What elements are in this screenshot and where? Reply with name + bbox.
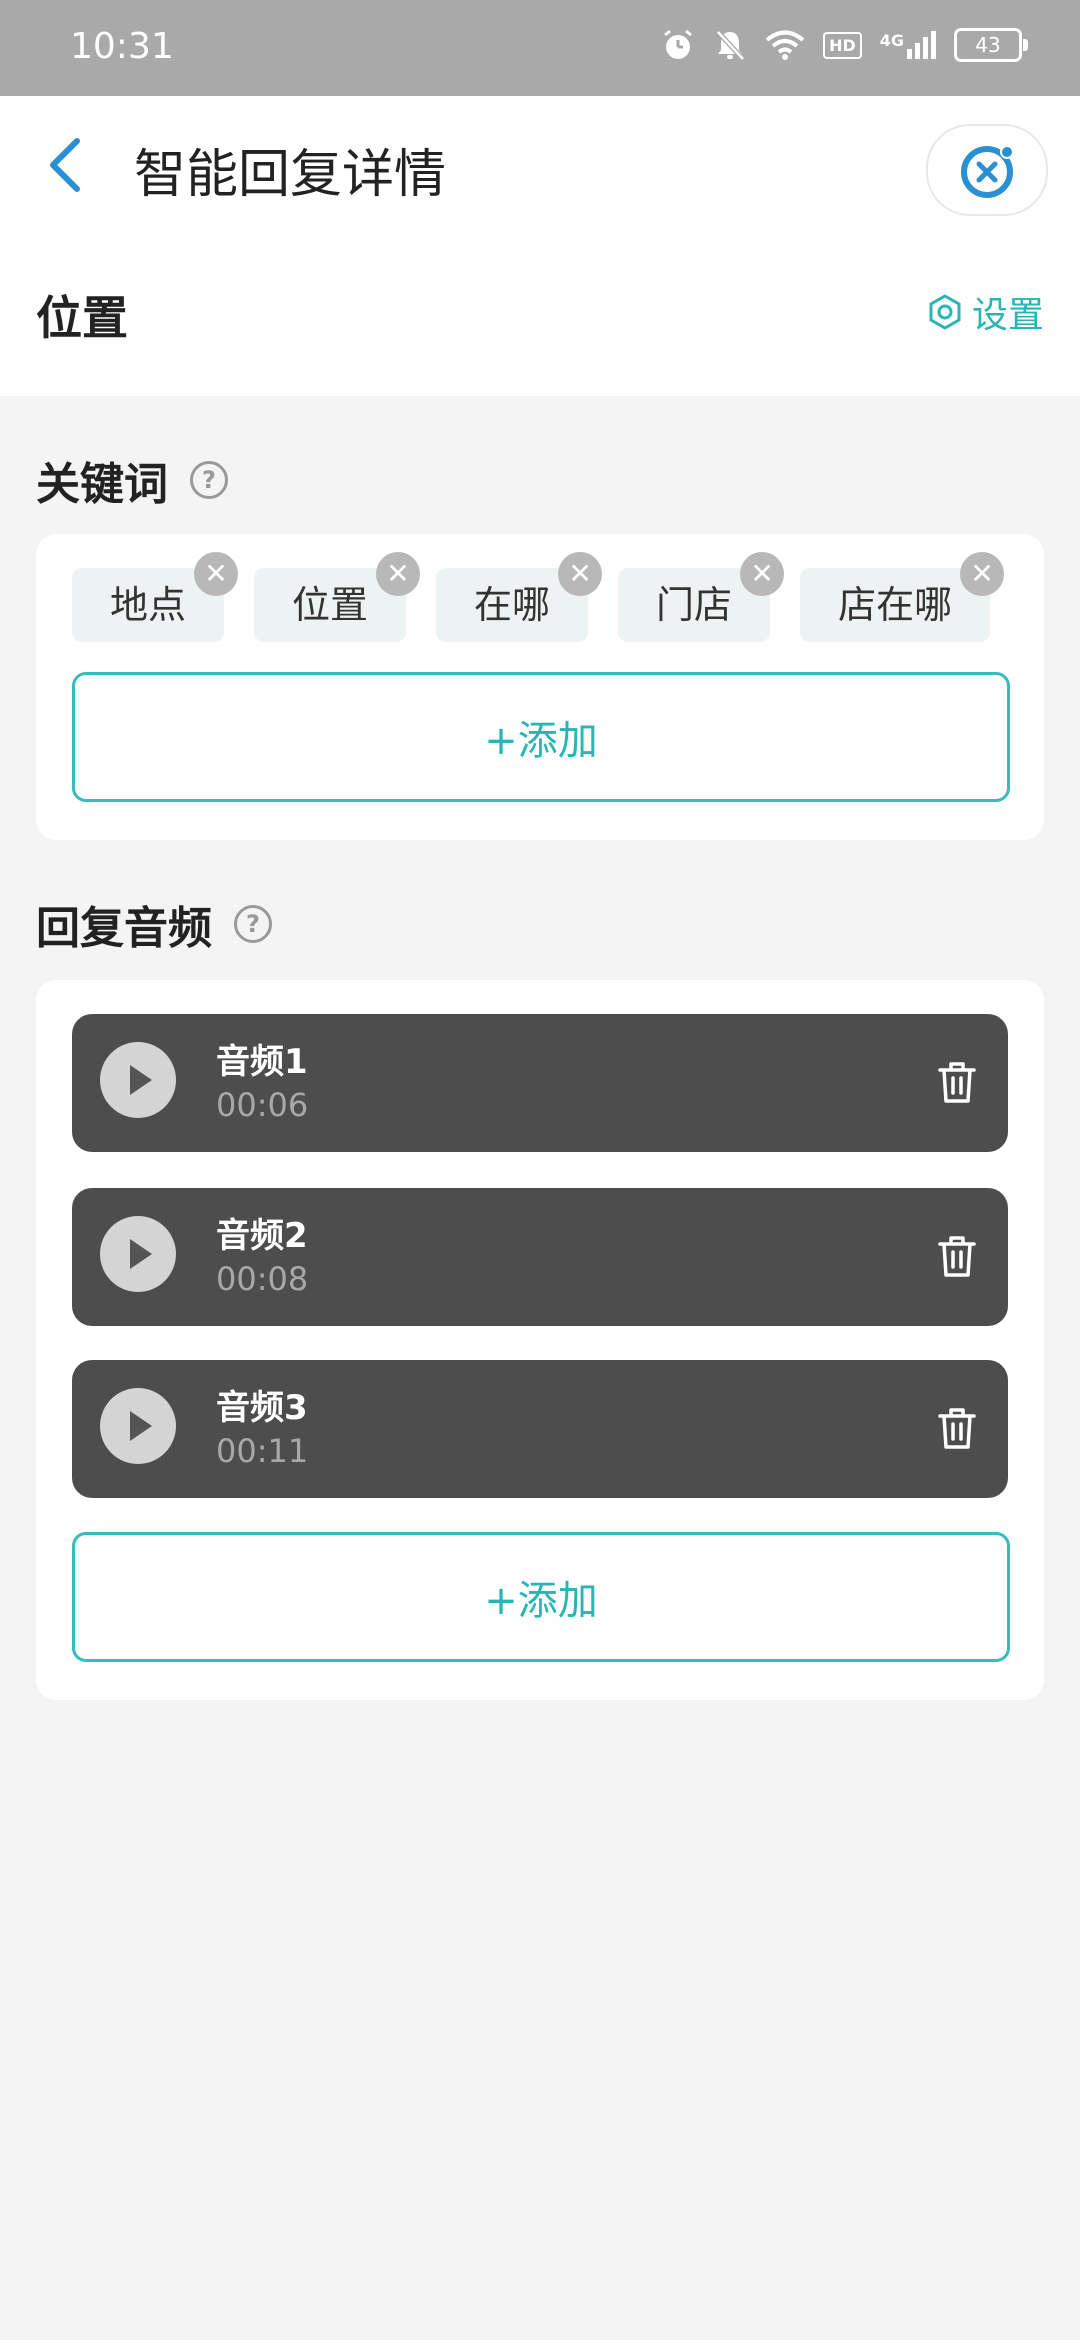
keyword-chip-label: 店在哪 — [838, 583, 953, 627]
audio-item[interactable]: 音频2 00:08 — [72, 1188, 1008, 1326]
delete-audio-button[interactable] — [932, 1230, 982, 1284]
trash-icon — [938, 1236, 976, 1277]
keyword-chip[interactable]: 店在哪 ✕ — [800, 552, 1005, 642]
remove-keyword-icon[interactable]: ✕ — [740, 552, 785, 596]
network-label: 4G — [879, 31, 904, 50]
help-icon[interactable]: ? — [234, 905, 272, 943]
signal-bar-1 — [907, 49, 912, 59]
help-icon[interactable]: ? — [190, 461, 228, 499]
keyword-chip[interactable]: 位置 ✕ — [254, 552, 421, 642]
remove-keyword-icon[interactable]: ✕ — [376, 552, 421, 596]
play-icon — [130, 1065, 152, 1095]
close-target-icon — [961, 145, 1014, 198]
audio-item[interactable]: 音频3 00:11 — [72, 1360, 1008, 1498]
status-icons: HD 4G 43 — [661, 28, 1028, 62]
remove-keyword-icon[interactable]: ✕ — [558, 552, 603, 596]
trash-icon — [938, 1408, 976, 1449]
play-button[interactable] — [100, 1388, 176, 1464]
settings-hexagon-icon — [929, 294, 961, 330]
keywords-card: 地点 ✕ 位置 ✕ 在哪 ✕ 门店 ✕ 店在哪 ✕ +添加 — [36, 534, 1044, 840]
audio-title: 回复音频 — [36, 903, 212, 954]
audio-name: 音频2 — [216, 1216, 308, 1256]
header: 智能回复详情 位置 设置 — [0, 96, 1080, 396]
trash-icon — [938, 1062, 976, 1103]
keywords-section-title: 关键词 ? — [36, 448, 228, 512]
status-bar: 10:31 HD 4G 43 — [0, 0, 1080, 96]
keyword-chip[interactable]: 在哪 ✕ — [436, 552, 603, 642]
settings-label: 设置 — [971, 295, 1044, 336]
audio-name: 音频3 — [216, 1388, 308, 1428]
signal-bar-4 — [931, 31, 936, 59]
hd-icon: HD — [823, 31, 862, 59]
play-icon — [130, 1239, 152, 1269]
status-time: 10:31 — [70, 26, 174, 67]
remove-keyword-icon[interactable]: ✕ — [194, 552, 239, 596]
audio-duration: 00:06 — [216, 1086, 309, 1124]
wifi-icon — [765, 30, 805, 60]
add-keyword-button[interactable]: +添加 — [72, 672, 1010, 802]
play-icon — [130, 1411, 152, 1441]
signal-bar-2 — [915, 43, 920, 59]
keyword-chip-label: 在哪 — [474, 583, 551, 627]
bell-off-icon — [716, 30, 745, 61]
remove-keyword-icon[interactable]: ✕ — [960, 552, 1005, 596]
keyword-chip-label: 位置 — [292, 583, 369, 627]
signal-4g-icon: 4G — [880, 31, 936, 59]
keyword-chip-label: 门店 — [656, 583, 733, 627]
delete-audio-button[interactable] — [932, 1056, 982, 1110]
signal-bar-3 — [923, 37, 928, 59]
chevron-left-icon — [50, 138, 80, 192]
audio-card: 音频1 00:06 音频2 00:08 音频3 00:11 +添加 — [36, 980, 1044, 1700]
settings-button[interactable]: 设置 — [926, 286, 1044, 338]
page-title: 智能回复详情 — [134, 145, 447, 205]
audio-name: 音频1 — [216, 1042, 308, 1082]
audio-item[interactable]: 音频1 00:06 — [72, 1014, 1008, 1152]
keyword-chip-label: 地点 — [110, 583, 187, 627]
close-miniprogram-button[interactable] — [926, 124, 1048, 216]
play-button[interactable] — [100, 1216, 176, 1292]
audio-duration: 00:11 — [216, 1432, 309, 1470]
audio-duration: 00:08 — [216, 1260, 309, 1298]
battery-icon: 43 — [954, 28, 1028, 62]
back-button[interactable] — [30, 130, 100, 200]
alarm-icon — [664, 29, 692, 59]
add-audio-button[interactable]: +添加 — [72, 1532, 1010, 1662]
keywords-title: 关键词 — [36, 459, 168, 510]
keyword-chip[interactable]: 地点 ✕ — [72, 552, 239, 642]
audio-section-title: 回复音频 ? — [36, 892, 272, 956]
keyword-chip[interactable]: 门店 ✕ — [618, 552, 785, 642]
keyword-chip-list: 地点 ✕ 位置 ✕ 在哪 ✕ 门店 ✕ 店在哪 ✕ — [72, 552, 1005, 642]
delete-audio-button[interactable] — [932, 1402, 982, 1456]
play-button[interactable] — [100, 1042, 176, 1118]
reply-name-title: 位置 — [36, 291, 128, 345]
